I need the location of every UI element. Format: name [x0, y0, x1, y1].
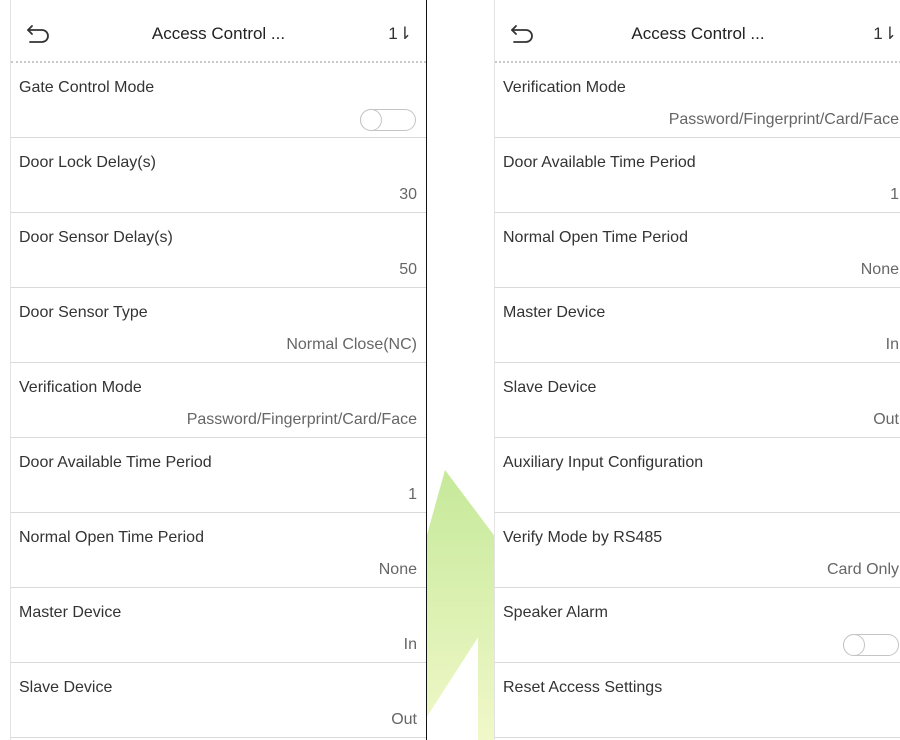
setting-row-master-device[interactable]: Master Device In: [495, 288, 900, 363]
toggle-knob: [360, 109, 382, 131]
setting-value: Out: [873, 411, 899, 428]
setting-row-slave-device[interactable]: Slave Device Out: [495, 363, 900, 438]
setting-label: Reset Access Settings: [503, 679, 663, 696]
setting-label: Door Sensor Delay(s): [19, 229, 173, 246]
setting-label: Verification Mode: [503, 79, 626, 96]
setting-label: Speaker Alarm: [503, 604, 608, 621]
setting-value: 30: [399, 186, 417, 203]
setting-row-master-device[interactable]: Master Device In: [11, 588, 426, 663]
setting-value: None: [378, 561, 417, 578]
setting-label: Normal Open Time Period: [19, 529, 204, 546]
speaker-alarm-toggle[interactable]: [843, 634, 899, 656]
page-title: Access Control ...: [631, 24, 765, 43]
setting-value: None: [860, 261, 899, 278]
setting-row-speaker-alarm[interactable]: Speaker Alarm: [495, 588, 900, 663]
setting-value: In: [403, 636, 417, 653]
sort-icon[interactable]: 1⇂: [388, 24, 412, 44]
setting-label: Door Available Time Period: [19, 454, 212, 471]
toggle-knob: [843, 634, 865, 656]
setting-row-verify-mode-by-rs485[interactable]: Verify Mode by RS485 Card Only: [495, 513, 900, 588]
setting-row-gate-control-mode[interactable]: Gate Control Mode: [11, 63, 426, 138]
setting-value: 50: [399, 261, 417, 278]
right-screen: Access Control ... 1⇂ Verification Mode …: [494, 0, 900, 740]
setting-value: 1: [408, 486, 417, 503]
left-screen: Access Control ... 1⇂ Gate Control Mode …: [10, 0, 427, 740]
gate-control-mode-toggle[interactable]: [360, 109, 416, 131]
page-title: Access Control ...: [151, 24, 286, 43]
setting-label: Door Sensor Type: [19, 304, 148, 321]
setting-row-door-available-time-period[interactable]: Door Available Time Period 1: [495, 138, 900, 213]
setting-row-normal-open-time-period[interactable]: Normal Open Time Period None: [495, 213, 900, 288]
setting-value: Password/Fingerprint/Card/Face: [668, 111, 899, 128]
setting-value: Card Only: [826, 561, 899, 578]
setting-row-slave-device[interactable]: Slave Device Out: [11, 663, 426, 738]
header-bar: Access Control ... 1⇂: [495, 0, 900, 63]
setting-value: In: [885, 336, 899, 353]
setting-row-door-sensor-type[interactable]: Door Sensor Type Normal Close(NC): [11, 288, 426, 363]
sort-icon[interactable]: 1⇂: [873, 24, 897, 44]
setting-row-door-available-time-period[interactable]: Door Available Time Period 1: [11, 438, 426, 513]
setting-label: Master Device: [19, 604, 122, 621]
setting-label: Slave Device: [19, 679, 113, 696]
setting-label: Verification Mode: [19, 379, 142, 396]
header-bar: Access Control ... 1⇂: [11, 0, 426, 63]
setting-value: Normal Close(NC): [286, 336, 417, 353]
setting-label: Slave Device: [503, 379, 597, 396]
setting-label: Master Device: [503, 304, 606, 321]
setting-row-auxiliary-input-configuration[interactable]: Auxiliary Input Configuration: [495, 438, 900, 513]
setting-row-door-sensor-delay[interactable]: Door Sensor Delay(s) 50: [11, 213, 426, 288]
setting-row-reset-access-settings[interactable]: Reset Access Settings: [495, 663, 900, 738]
setting-label: Normal Open Time Period: [503, 229, 688, 246]
setting-row-normal-open-time-period[interactable]: Normal Open Time Period None: [11, 513, 426, 588]
setting-value: 1: [890, 186, 899, 203]
setting-row-verification-mode[interactable]: Verification Mode Password/Fingerprint/C…: [11, 363, 426, 438]
setting-label: Door Lock Delay(s): [19, 154, 156, 171]
setting-row-door-lock-delay[interactable]: Door Lock Delay(s) 30: [11, 138, 426, 213]
setting-row-verification-mode[interactable]: Verification Mode Password/Fingerprint/C…: [495, 63, 900, 138]
setting-label: Auxiliary Input Configuration: [503, 454, 704, 471]
setting-value: Password/Fingerprint/Card/Face: [186, 411, 417, 428]
setting-label: Door Available Time Period: [503, 154, 696, 171]
setting-value: Out: [391, 711, 417, 728]
setting-label: Verify Mode by RS485: [503, 529, 663, 546]
setting-label: Gate Control Mode: [19, 79, 155, 96]
